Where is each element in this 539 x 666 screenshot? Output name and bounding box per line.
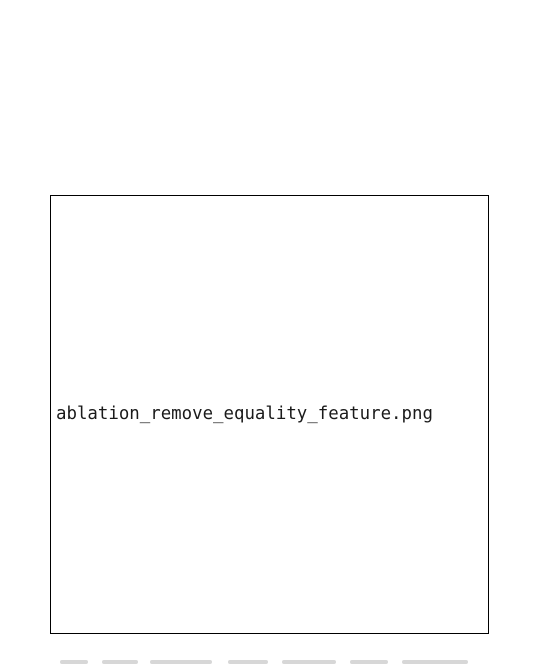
cropped-caption-word — [282, 660, 336, 664]
figure-placeholder-filename: ablation_remove_equality_feature.png — [56, 404, 433, 424]
document-page: ablation_remove_equality_feature.png — [0, 0, 539, 666]
cropped-caption-word — [350, 660, 388, 664]
cropped-caption-word — [150, 660, 212, 664]
cropped-caption-word — [228, 660, 268, 664]
cropped-caption-line — [50, 656, 490, 666]
cropped-caption-word — [102, 660, 138, 664]
cropped-caption-word — [402, 660, 468, 664]
cropped-caption-word — [60, 660, 88, 664]
